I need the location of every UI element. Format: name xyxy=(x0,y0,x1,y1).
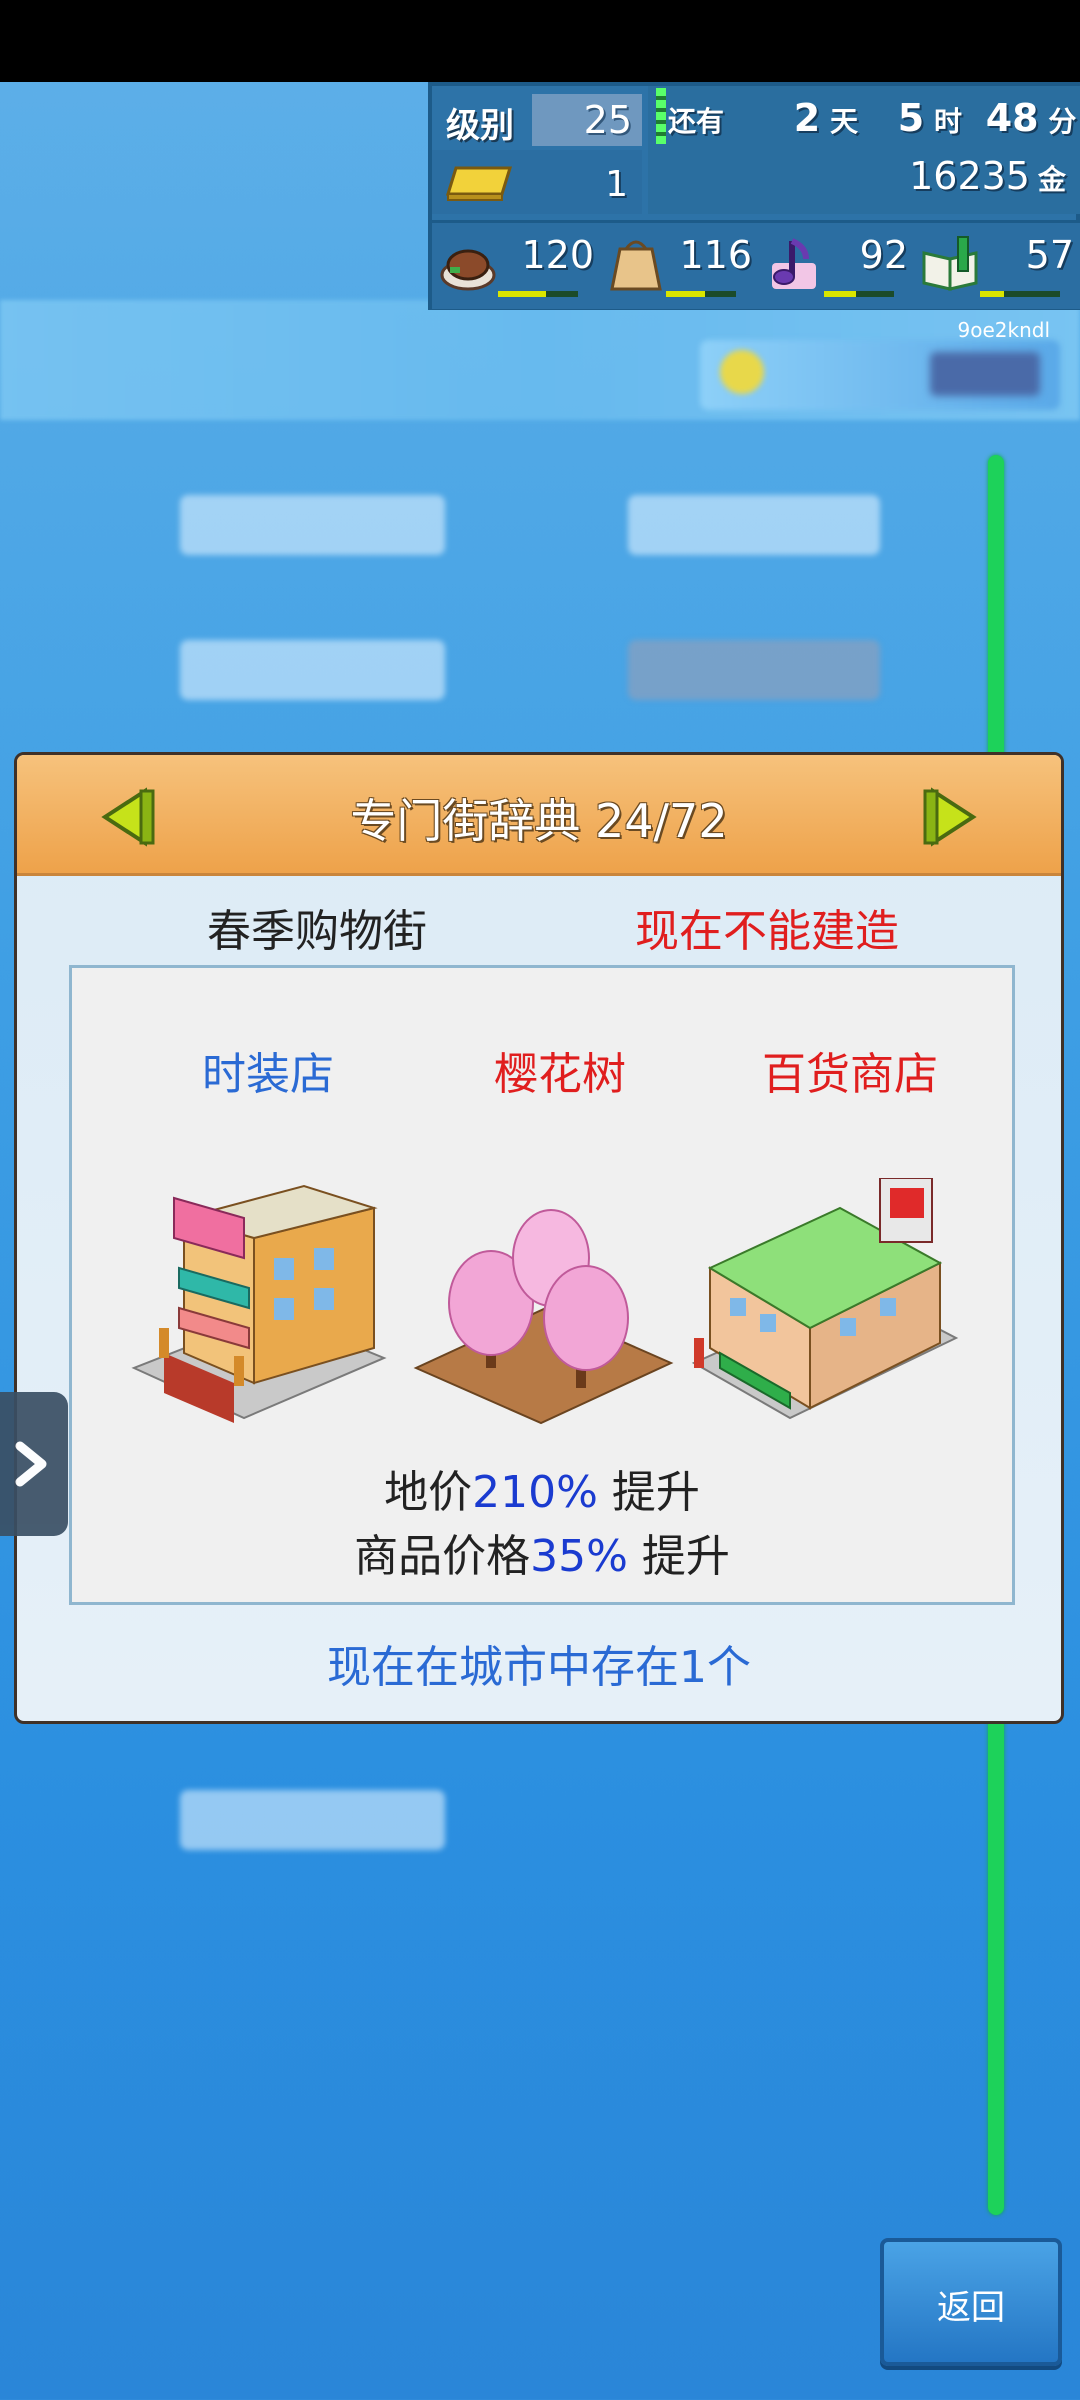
next-arrow-icon[interactable] xyxy=(921,787,981,847)
time-prefix: 还有 xyxy=(668,105,725,138)
money-display: 16235 金 xyxy=(909,154,1066,198)
cherry-tree-image xyxy=(413,1209,674,1425)
stat-food: 120 xyxy=(432,223,594,309)
background-item xyxy=(180,640,445,700)
land-value-percent: 210% xyxy=(472,1467,598,1518)
stat-education-value: 57 xyxy=(1025,233,1074,277)
panel-title: 专门街辞典 24/72 xyxy=(350,794,728,848)
stat-food-gauge xyxy=(498,291,578,297)
hud-panel: 级别 25 还有 2 天 5 时 48 分 1 16235 金 120 116 … xyxy=(428,82,1080,310)
chevron-right-icon xyxy=(15,1441,47,1487)
stat-music-gauge xyxy=(824,291,894,297)
goods-price-percent: 35% xyxy=(530,1531,628,1582)
minutes-unit: 分 xyxy=(1048,105,1077,138)
build-status: 现在不能建造 xyxy=(635,906,899,957)
money-unit: 金 xyxy=(1037,163,1066,196)
gold-bar-icon xyxy=(445,166,513,201)
gauge-fill xyxy=(980,291,1004,297)
level-label: 级别 xyxy=(446,106,514,146)
gauge-fill xyxy=(498,291,546,297)
stat-education-gauge xyxy=(980,291,1060,297)
side-drawer-tab[interactable] xyxy=(0,1392,68,1536)
building-name-cherry-tree: 樱花树 xyxy=(494,1049,626,1100)
back-button[interactable]: 返回 xyxy=(880,2238,1062,2366)
goods-price-suffix: 提升 xyxy=(627,1531,730,1582)
goods-price-effect: 商品价格35% 提升 xyxy=(72,1520,1012,1584)
street-name: 春季购物街 xyxy=(207,906,427,957)
gauge-fill xyxy=(824,291,856,297)
gold-bar-count: 1 xyxy=(605,164,628,205)
panel-header: 专门街辞典 24/72 xyxy=(17,755,1061,876)
background-label xyxy=(930,352,1040,396)
department-store-image xyxy=(691,1178,959,1420)
level-value: 25 xyxy=(532,94,642,146)
background-item xyxy=(628,640,880,700)
street-dictionary-panel: 专门街辞典 24/72 春季购物街 现在不能建造 时装店 樱花树 百货商店 地价… xyxy=(14,752,1064,1724)
building-name-department-store: 百货商店 xyxy=(762,1049,938,1100)
back-button-label: 返回 xyxy=(937,2288,1005,2328)
background-item xyxy=(628,495,880,555)
watermark-id: 9oe2kndl xyxy=(957,318,1051,342)
stat-goods: 116 xyxy=(600,223,752,309)
hours-value: 5 xyxy=(897,96,925,140)
minutes-value: 48 xyxy=(985,96,1039,140)
music-note-icon xyxy=(772,238,816,289)
status-bar xyxy=(0,0,1080,82)
stat-goods-value: 116 xyxy=(679,233,752,277)
land-value-effect: 地价210% 提升 xyxy=(72,1456,1012,1520)
building-name-fashion-store: 时装店 xyxy=(202,1049,334,1100)
food-icon xyxy=(440,249,496,291)
goods-price-label: 商品价格 xyxy=(354,1531,531,1582)
fashion-store-image xyxy=(131,1184,387,1423)
stat-education: 57 xyxy=(914,223,1074,309)
land-value-label: 地价 xyxy=(384,1467,473,1518)
stat-music-value: 92 xyxy=(859,233,908,277)
stats-row: 120 116 92 57 xyxy=(432,220,1080,309)
background-coin-icon xyxy=(720,350,764,394)
bag-icon xyxy=(610,240,662,291)
stat-food-value: 120 xyxy=(521,233,594,277)
land-value-suffix: 提升 xyxy=(597,1467,700,1518)
background-item xyxy=(180,495,445,555)
money-value: 16235 xyxy=(909,154,1030,198)
time-remaining: 还有 2 天 5 时 48 分 xyxy=(668,96,1076,140)
combo-box: 时装店 樱花树 百货商店 地价210% 提升 商品价格35% 提升 xyxy=(69,965,1015,1605)
book-icon xyxy=(922,236,978,291)
hours-unit: 时 xyxy=(933,105,962,138)
stat-goods-gauge xyxy=(666,291,736,297)
gauge-fill xyxy=(666,291,705,297)
time-progress-dots xyxy=(656,88,666,144)
background-item xyxy=(180,1790,445,1850)
days-unit: 天 xyxy=(829,105,858,138)
existing-count-text: 现在在城市中存在1个 xyxy=(327,1642,751,1693)
stat-music: 92 xyxy=(758,223,908,309)
days-value: 2 xyxy=(793,96,821,140)
